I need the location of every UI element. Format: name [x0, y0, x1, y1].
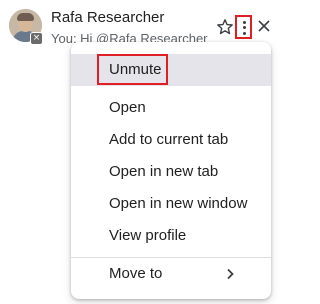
mute-badge-icon: × [30, 32, 43, 45]
menu-item-add-to-current-tab[interactable]: Add to current tab [71, 124, 271, 156]
menu-item-view-profile[interactable]: View profile [71, 220, 271, 252]
menu-item-label: Open [109, 99, 146, 116]
menu-item-label: Move to [109, 265, 163, 282]
close-icon [258, 20, 270, 32]
menu-item-label: Open in new tab [109, 163, 219, 180]
menu-item-open[interactable]: Open [71, 92, 271, 124]
highlight-outline [97, 54, 168, 85]
context-menu: Unmute Open Add to current tab Open in n… [71, 42, 271, 299]
menu-item-open-in-new-tab[interactable]: Open in new tab [71, 156, 271, 188]
menu-item-label: View profile [109, 227, 187, 244]
chat-name: Rafa Researcher [51, 9, 165, 26]
menu-item-label: Open in new window [109, 195, 248, 212]
star-button[interactable] [216, 18, 234, 36]
menu-item-move-to[interactable]: Move to [71, 258, 271, 290]
chat-list-panel: × Rafa Researcher You: Hi @Rafa Research… [0, 0, 289, 304]
close-button[interactable] [257, 19, 271, 33]
more-options-button[interactable] [235, 15, 252, 39]
menu-item-open-in-new-window[interactable]: Open in new window [71, 188, 271, 220]
menu-item-label: Add to current tab [109, 131, 229, 148]
chevron-right-icon [227, 268, 234, 280]
star-icon [217, 19, 233, 35]
